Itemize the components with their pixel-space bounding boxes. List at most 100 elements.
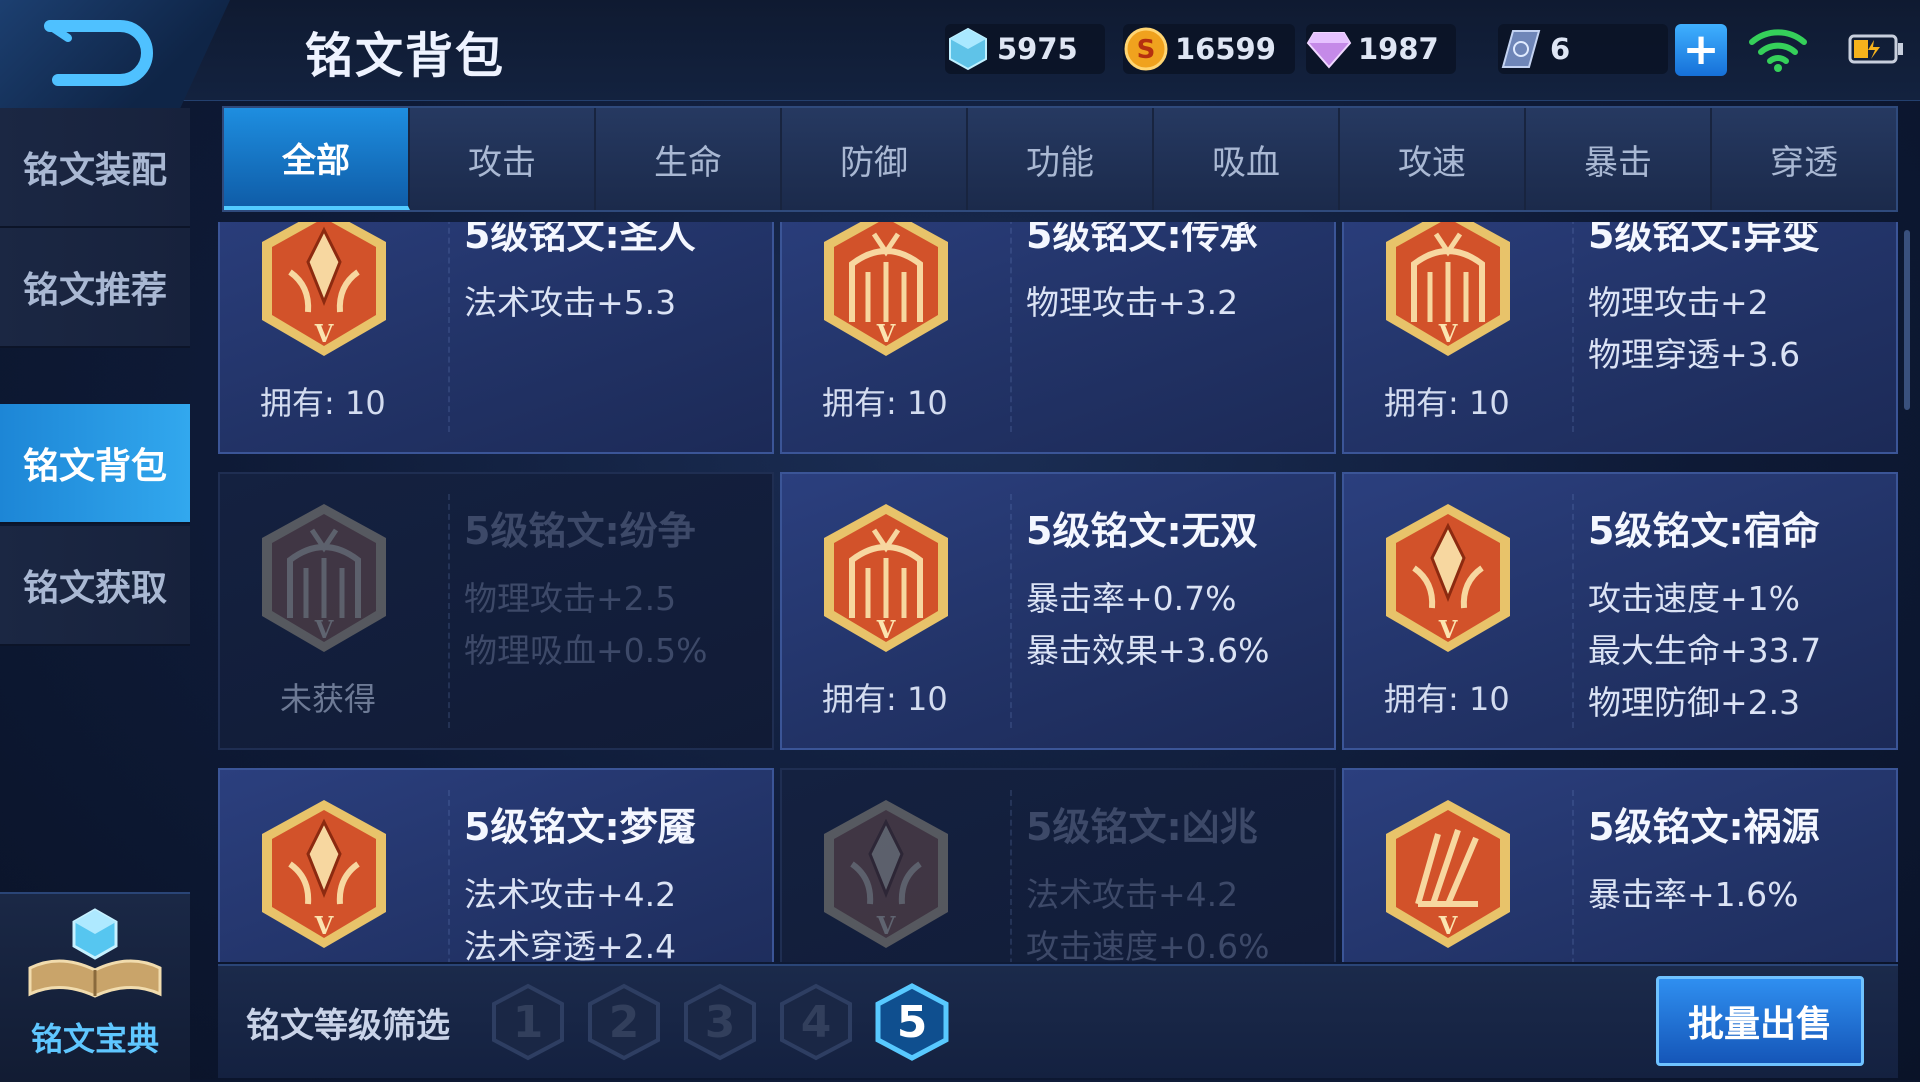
currency-gold-value: 16599 (1175, 32, 1276, 66)
currency-diamond: 1987 (1306, 24, 1456, 74)
tab-health[interactable]: 生命 (596, 108, 782, 210)
ticket-icon (1498, 26, 1544, 72)
rune-stat: 物理穿透+3.6 (1588, 335, 1801, 374)
svg-text:V: V (876, 319, 896, 348)
rune-gate-icon: V (262, 504, 386, 652)
rune-card[interactable]: V 5级铭文:梦魇 法术攻击+4.2 法术穿透+2.4 (218, 768, 774, 962)
rune-fan-icon: V (1386, 800, 1510, 948)
sidebar-item-obtain[interactable]: 铭文获取 (0, 526, 190, 646)
book-icon (28, 908, 162, 998)
card-divider (1572, 494, 1574, 728)
tab-all[interactable]: 全部 (224, 108, 410, 210)
card-divider (448, 790, 450, 962)
codex-button[interactable]: 铭文宝典 (0, 892, 190, 1082)
sidebar-item-label: 铭文推荐 (22, 270, 167, 311)
grid-scrollbar[interactable] (1904, 230, 1910, 410)
level-filter-5[interactable]: 5 (872, 982, 952, 1062)
tab-defense[interactable]: 防御 (782, 108, 968, 210)
sidebar-item-recommend[interactable]: 铭文推荐 (0, 228, 190, 348)
rune-name: 5级铭文:纷争 (464, 509, 696, 553)
svg-text:V: V (1438, 319, 1458, 348)
wifi-icon (1749, 29, 1807, 72)
back-button[interactable] (0, 0, 230, 110)
card-divider (1010, 494, 1012, 728)
currency-crystal: 5975 (945, 24, 1105, 74)
rune-owned-count: 拥有: 10 (1384, 384, 1510, 422)
rune-name: 5级铭文:祸源 (1588, 805, 1820, 849)
level-filter-bar: 铭文等级筛选 1 2 3 4 5 批量出售 (218, 964, 1898, 1078)
level-filter-label: 铭文等级筛选 (246, 1006, 450, 1046)
rune-card[interactable]: V 5级铭文:异变 物理攻击+2 物理穿透+3.6 拥有: 10 (1342, 222, 1898, 454)
bulk-sell-button[interactable]: 批量出售 (1656, 976, 1864, 1066)
rune-name: 5级铭文:传承 (1026, 222, 1258, 257)
rune-owned-count: 拥有: 10 (822, 384, 948, 422)
rune-owned-count: 拥有: 10 (1384, 680, 1510, 718)
rune-card-locked[interactable]: V 5级铭文:凶兆 法术攻击+4.2 攻击速度+0.6% (780, 768, 1336, 962)
level-number: 2 (608, 996, 640, 1048)
rune-card[interactable]: V 5级铭文:祸源 暴击率+1.6% (1342, 768, 1898, 962)
svg-text:V: V (1438, 911, 1458, 940)
level-filter-4[interactable]: 4 (776, 982, 856, 1062)
rune-stat: 法术攻击+4.2 (464, 875, 677, 914)
add-currency-button[interactable]: + (1675, 24, 1727, 76)
level-filter-2[interactable]: 2 (584, 982, 664, 1062)
rune-card[interactable]: V 5级铭文:宿命 攻击速度+1% 最大生命+33.7 物理防御+2.3 拥有:… (1342, 472, 1898, 750)
rune-card[interactable]: V 5级铭文:无双 暴击率+0.7% 暴击效果+3.6% 拥有: 10 (780, 472, 1336, 750)
rune-name: 5级铭文:凶兆 (1026, 805, 1258, 849)
card-divider (1572, 790, 1574, 962)
tab-critical[interactable]: 暴击 (1526, 108, 1712, 210)
rune-owned-count: 拥有: 10 (260, 384, 386, 422)
tab-lifesteal[interactable]: 吸血 (1154, 108, 1340, 210)
rune-stat: 暴击效果+3.6% (1026, 631, 1270, 670)
level-number: 5 (896, 996, 928, 1048)
plus-icon: + (1682, 24, 1720, 75)
rune-stat: 暴击率+1.6% (1588, 875, 1799, 914)
svg-text:S: S (1137, 35, 1156, 65)
back-arrow-icon (44, 20, 153, 86)
rune-gate-icon: V (1386, 222, 1510, 356)
tab-penetration[interactable]: 穿透 (1712, 108, 1896, 210)
sidebar-item-bag[interactable]: 铭文背包 (0, 404, 190, 524)
rune-stat: 物理攻击+2.5 (464, 579, 677, 618)
codex-label: 铭文宝典 (30, 1020, 159, 1058)
card-divider (1010, 222, 1012, 432)
rune-name: 5级铭文:异变 (1588, 222, 1820, 257)
level-number: 3 (704, 996, 736, 1048)
tab-utility[interactable]: 功能 (968, 108, 1154, 210)
svg-text:V: V (1438, 615, 1458, 644)
rune-crystal-icon: V (262, 800, 386, 948)
level-number: 4 (800, 996, 832, 1048)
svg-text:V: V (314, 615, 334, 644)
top-bar: 铭文背包 5975 S 16599 1987 6 + (0, 0, 1920, 110)
sidebar-item-label: 铭文背包 (22, 446, 167, 487)
rune-name: 5级铭文:圣人 (464, 222, 696, 257)
rune-crystal-icon: V (824, 800, 948, 948)
currency-gold: S 16599 (1123, 24, 1295, 74)
rune-card[interactable]: V 5级铭文:圣人 法术攻击+5.3 拥有: 10 (218, 222, 774, 454)
level-number: 1 (512, 996, 544, 1048)
currency-ticket: 6 (1498, 24, 1668, 74)
rune-grid: V 5级铭文:圣人 法术攻击+5.3 拥有: 10 V 5级铭文:传承 物理攻击… (218, 222, 1898, 962)
rune-stat: 法术攻击+4.2 (1026, 875, 1239, 914)
card-divider (1572, 222, 1574, 432)
level-filter-3[interactable]: 3 (680, 982, 760, 1062)
category-tabs: 全部 攻击 生命 防御 功能 吸血 攻速 暴击 穿透 (222, 106, 1898, 212)
diamond-icon (1306, 26, 1352, 72)
rune-stat: 法术穿透+2.4 (464, 927, 677, 962)
sidebar-item-equip[interactable]: 铭文装配 (0, 108, 190, 228)
card-divider (1010, 790, 1012, 962)
tab-attack-speed[interactable]: 攻速 (1340, 108, 1526, 210)
level-filter-1[interactable]: 1 (488, 982, 568, 1062)
svg-text:V: V (876, 911, 896, 940)
rune-stat: 物理吸血+0.5% (464, 631, 708, 670)
card-divider (448, 494, 450, 728)
rune-card-locked[interactable]: V 5级铭文:纷争 物理攻击+2.5 物理吸血+0.5% 未获得 (218, 472, 774, 750)
rune-gate-icon: V (824, 222, 948, 356)
rune-name: 5级铭文:宿命 (1588, 509, 1820, 553)
rune-owned-count: 拥有: 10 (822, 680, 948, 718)
sidebar-item-label: 铭文获取 (22, 568, 167, 609)
rune-name: 5级铭文:无双 (1026, 509, 1258, 553)
rune-card[interactable]: V 5级铭文:传承 物理攻击+3.2 拥有: 10 (780, 222, 1336, 454)
rune-name: 5级铭文:梦魇 (464, 805, 696, 849)
tab-attack[interactable]: 攻击 (410, 108, 596, 210)
